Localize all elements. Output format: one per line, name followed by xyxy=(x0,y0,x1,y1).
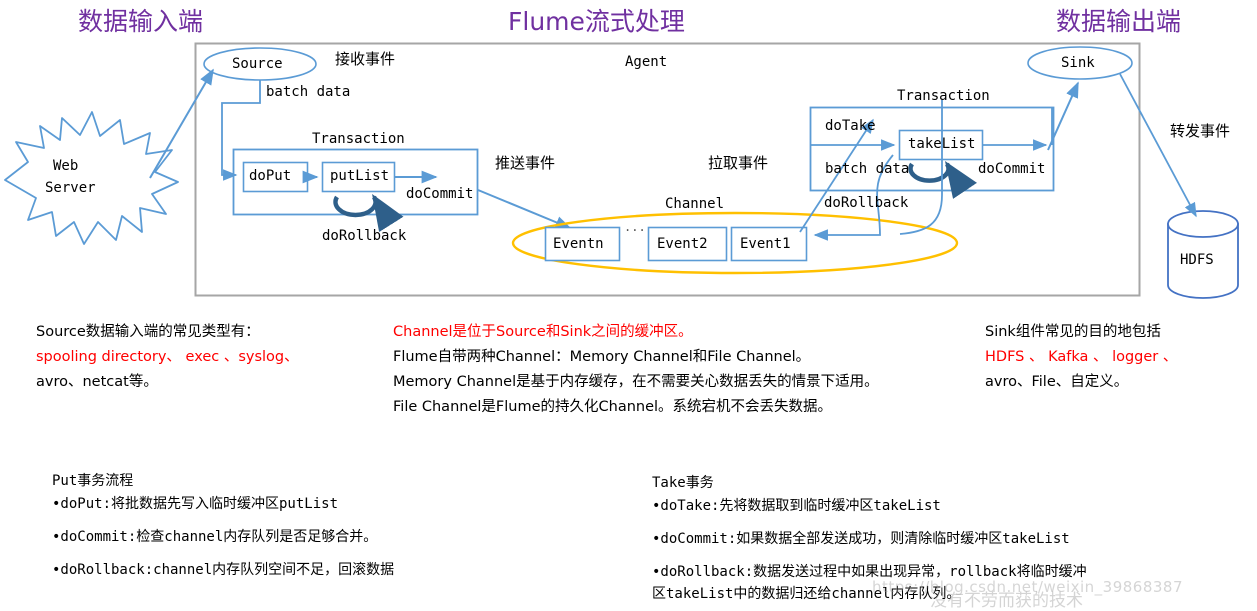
channel-label: Channel xyxy=(665,196,725,212)
source-notes-block: Source数据输入端的常见类型有： spooling directory、 e… xyxy=(36,320,299,395)
take-dorollback-label: doRollback xyxy=(824,195,909,211)
connector-source-to-doput xyxy=(221,80,261,181)
put-flow-item-1: •doPut:将批数据先写入临时缓冲区putList xyxy=(52,496,339,512)
put-docommit-label: doCommit xyxy=(406,186,474,202)
batch-data-label-left: batch data xyxy=(266,84,351,100)
doput-label: doPut xyxy=(249,168,292,184)
take-flow-block: Take事务 •doTake:先将数据取到临时缓冲区takeList •doCo… xyxy=(652,472,1087,603)
web-server-label-line2: Server xyxy=(45,180,96,196)
arrow-put-to-channel xyxy=(477,189,572,229)
takelist-label: takeList xyxy=(908,136,976,152)
event-label-event2: Event2 xyxy=(657,236,708,252)
take-flow-item-2: •doCommit:如果数据全部发送成功，则清除临时缓冲区takeList xyxy=(652,531,1070,547)
putlist-loop-arrow xyxy=(333,193,404,233)
arrow-webserver-to-source xyxy=(149,68,214,179)
web-server-shape xyxy=(4,111,179,245)
take-docommit-label: doCommit xyxy=(978,161,1046,177)
source-notes-line1: Source数据输入端的常见类型有： xyxy=(36,324,260,340)
sink-notes-line2: HDFS 、 Kafka 、 logger 、 xyxy=(985,349,1178,365)
web-server-label-line1: Web xyxy=(53,158,79,174)
source-notes-line2: spooling directory、 exec 、syslog、 xyxy=(36,349,299,365)
take-transaction-title: Transaction xyxy=(897,88,990,104)
channel-notes-block: Channel是位于Source和Sink之间的缓冲区。 Flume自带两种Ch… xyxy=(393,320,879,420)
take-flow-item-4: 区takeList中的数据归还给channel内存队列。 xyxy=(652,586,961,602)
dotake-label: doTake xyxy=(825,118,876,134)
arrow-sink-to-hdfs xyxy=(1119,73,1197,218)
channel-notes-line2: Flume自带两种Channel：Memory Channel和File Cha… xyxy=(393,349,811,365)
diagram-canvas: 数据输入端 Flume流式处理 数据输出端 Source Sink Agent … xyxy=(0,0,1257,611)
batch-data-label-right: batch data xyxy=(825,161,910,177)
put-dorollback-label: doRollback xyxy=(322,228,407,244)
receive-event-label: 接收事件 xyxy=(335,50,396,68)
forward-event-label: 转发事件 xyxy=(1170,122,1231,140)
take-flow-item-1: •doTake:先将数据取到临时缓冲区takeList xyxy=(652,498,941,514)
sink-notes-line1: Sink组件常见的目的地包括 xyxy=(985,324,1161,340)
sink-notes-block: Sink组件常见的目的地包括 HDFS 、 Kafka 、 logger 、 a… xyxy=(985,320,1177,395)
event-ellipsis: ... xyxy=(624,220,646,234)
sink-notes-line3: avro、File、自定义。 xyxy=(985,374,1129,390)
source-label: Source xyxy=(232,56,283,72)
put-flow-item-3: •doRollback:channel内存队列空间不足，回滚数据 xyxy=(52,562,395,578)
pull-event-label: 拉取事件 xyxy=(708,154,769,172)
channel-notes-line1: Channel是位于Source和Sink之间的缓冲区。 xyxy=(393,324,693,340)
channel-notes-line3: Memory Channel是基于内存缓存，在不需要关心数据丢失的情景下适用。 xyxy=(393,374,879,390)
sink-label: Sink xyxy=(1061,55,1095,71)
agent-label: Agent xyxy=(625,54,668,70)
event-label-event1: Event1 xyxy=(740,236,791,252)
event-label-eventn: Eventn xyxy=(553,236,604,252)
take-flow-title: Take事务 xyxy=(652,475,714,491)
push-event-label: 推送事件 xyxy=(495,154,556,172)
source-notes-line3: avro、netcat等。 xyxy=(36,374,158,390)
putlist-label: putList xyxy=(330,168,390,184)
put-flow-item-2: •doCommit:检查channel内存队列是否足够合并。 xyxy=(52,529,378,545)
hdfs-label: HDFS xyxy=(1180,252,1214,268)
put-flow-title: Put事务流程 xyxy=(52,473,134,489)
channel-notes-line4: File Channel是Flume的持久化Channel。系统宕机不会丢失数据… xyxy=(393,399,833,415)
put-flow-block: Put事务流程 •doPut:将批数据先写入临时缓冲区putList •doCo… xyxy=(52,470,394,579)
take-flow-item-3: •doRollback:数据发送过程中如果出现异常，rollback将临时缓冲 xyxy=(652,564,1087,580)
put-transaction-title: Transaction xyxy=(312,131,405,147)
